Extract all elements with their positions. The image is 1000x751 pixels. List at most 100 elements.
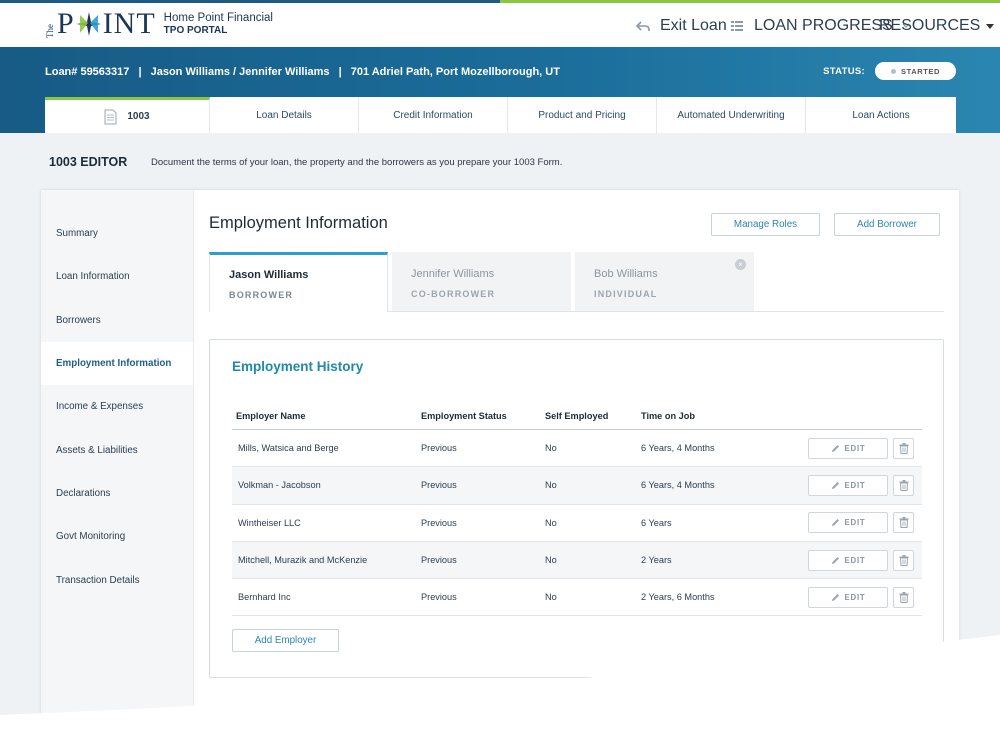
tab-label: Automated Underwriting [677,109,785,121]
sidebar-item-label: Transaction Details [56,574,140,586]
add-borrower-button[interactable]: Add Borrower [834,213,940,236]
loan-summary: Loan# 59563317 | Jason Williams / Jennif… [45,66,564,78]
row-actions: EDIT [803,437,922,459]
sidebar-item-label: Borrowers [56,314,101,326]
table-row: Bernhard Inc Previous No 2 Years, 6 Months E… [232,579,922,617]
undo-arrow-icon [636,20,650,31]
time-on-job-cell: 6 Years [641,517,672,528]
table-row: Mills, Watsica and Berge Previous No 6 Year… [232,430,922,468]
time-on-job-cell: 2 Years, 6 Months [641,592,715,603]
edit-label: EDIT [844,480,866,490]
self-employed-cell: No [545,443,557,454]
borrower-role: BORROWER [229,290,294,300]
loan-borrowers: Jason Williams / Jennifer Williams [150,66,330,78]
borrower-name: Jason Williams [229,269,309,281]
column-header: Employment Status [421,410,507,421]
editor-card: Summary Loan Information Borrowers Emplo… [41,190,959,730]
edit-button[interactable]: EDIT [808,437,888,459]
edit-button[interactable]: EDIT [808,512,888,534]
page-title: 1003 EDITOR [49,155,128,169]
edit-button[interactable]: EDIT [808,549,888,571]
tab-loan-details[interactable]: Loan Details [210,97,359,133]
table-body: Mills, Watsica and Berge Previous No 6 Year… [232,430,922,617]
logo-brand-text: Home Point Financial TPO PORTAL [164,12,273,37]
time-on-job-cell: 2 Years [641,555,672,566]
sidebar-item-summary[interactable]: Summary [41,212,193,255]
borrower-tabs: Jason Williams BORROWER Jennifer William… [209,252,944,312]
edit-label: EDIT [844,443,866,453]
sidebar-item-borrowers[interactable]: Borrowers [41,299,193,342]
tab-loan-actions[interactable]: Loan Actions [806,97,956,133]
table-header: Employer Name Employment Status Self Emp… [232,402,922,430]
document-icon [104,109,117,124]
sidebar-item-declarations[interactable]: Declarations [41,472,193,515]
caret-down-icon [986,23,995,29]
section-sidebar: Summary Loan Information Borrowers Emplo… [41,190,194,730]
edit-label: EDIT [844,592,866,602]
tab-credit-information[interactable]: Credit Information [359,97,508,133]
sidebar-item-loan-information[interactable]: Loan Information [41,255,193,298]
loan-progress-label: LOAN PROGRESS [754,17,893,34]
app-header: The P INT Home Point Financial TPO PORTA… [0,3,1000,47]
tab-product-and-pricing[interactable]: Product and Pricing [508,97,657,133]
sidebar-item-assets-liabilities[interactable]: Assets & Liabilities [41,428,193,471]
sidebar-item-label: Govt Monitoring [56,531,126,543]
borrower-tab-bob-williams[interactable]: Bob Williams INDIVIDUAL × [575,252,754,311]
tab-label: Loan Actions [852,109,910,121]
employment-status-cell: Previous [421,517,457,528]
sidebar-item-label: Assets & Liabilities [56,444,138,456]
sidebar-item-employment-information[interactable]: Employment Information [41,341,193,386]
exit-loan-label: Exit Loan [660,17,727,34]
add-employer-button[interactable]: Add Employer [232,629,339,652]
trash-icon [899,591,908,603]
borrower-tab-jennifer-williams[interactable]: Jennifer Williams CO-BORROWER [392,252,571,311]
portal-name: TPO PORTAL [163,24,228,36]
edit-button[interactable]: EDIT [808,586,888,608]
resources-menu[interactable]: RESOURCES [879,17,995,35]
self-employed-cell: No [545,480,557,491]
delete-button[interactable] [893,549,914,571]
pencil-icon [831,593,839,601]
close-icon[interactable]: × [735,259,746,270]
edit-label: EDIT [844,518,866,528]
employment-status-cell: Previous [421,555,457,566]
sidebar-item-income-expenses[interactable]: Income & Expenses [41,385,193,428]
status-label: STATUS: [823,65,865,77]
status-value: STARTED [900,66,941,76]
logo-point-wordmark: P INT [57,7,156,40]
employment-status-cell: Previous [421,480,457,491]
separator: | [138,66,142,78]
row-actions: EDIT [803,549,922,571]
row-actions: EDIT [803,586,922,608]
loan-tabs: 1003 Loan Details Credit Information Pro… [45,97,956,133]
edit-button[interactable]: EDIT [808,474,888,496]
employer-name-cell: Wintheiser LLC [238,517,301,528]
the-point-logo[interactable]: The P INT Home Point Financial TPO PORTA… [45,9,273,39]
delete-button[interactable] [893,474,914,496]
resources-label: RESOURCES [879,17,981,34]
main-content: Employment Information Manage Roles Add … [209,190,944,730]
delete-button[interactable] [893,512,914,534]
sidebar-item-transaction-details[interactable]: Transaction Details [41,558,193,601]
manage-roles-button[interactable]: Manage Roles [711,213,820,236]
employment-history-title: Employment History [232,359,364,374]
delete-button[interactable] [893,586,914,608]
tab-label: Credit Information [393,109,473,121]
time-on-job-cell: 6 Years, 4 Months [641,480,715,491]
tab-label: Loan Details [256,109,312,121]
delete-button[interactable] [893,437,914,459]
borrower-tab-jason-williams[interactable]: Jason Williams BORROWER [209,252,388,312]
tab-1003[interactable]: 1003 [45,97,210,133]
loan-status: STATUS: STARTED [823,62,956,80]
employment-table: Employer Name Employment Status Self Emp… [232,402,922,617]
self-employed-cell: No [545,517,557,528]
sidebar-item-label: Summary [56,228,98,240]
tab-label: Product and Pricing [538,109,626,121]
employer-name-cell: Volkman - Jacobson [238,480,321,491]
exit-loan-link[interactable]: Exit Loan [636,17,727,35]
sidebar-item-govt-monitoring[interactable]: Govt Monitoring [41,515,193,558]
pencil-icon [831,444,839,452]
table-row: Volkman - Jacobson Previous No 6 Years, 4 M… [232,467,922,505]
tab-automated-underwriting[interactable]: Automated Underwriting [657,97,806,133]
table-row: Wintheiser LLC Previous No 6 Years EDIT [232,505,922,542]
